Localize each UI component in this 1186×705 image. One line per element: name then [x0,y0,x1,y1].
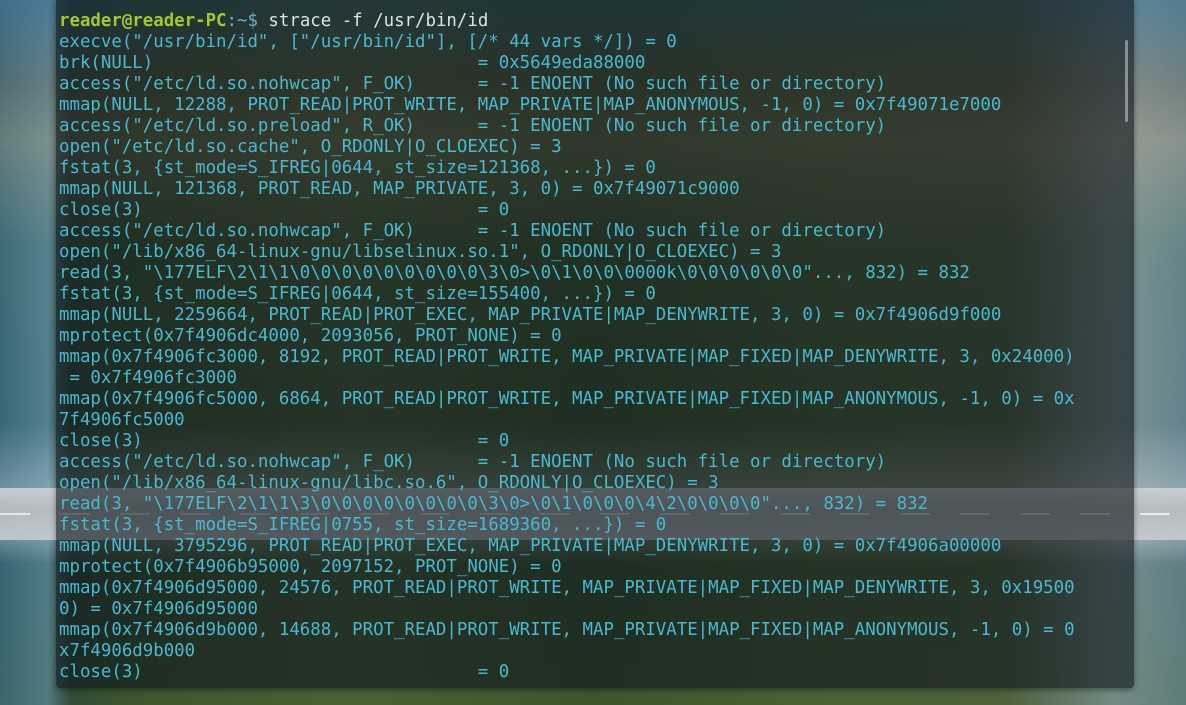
output-line: close(3) = 0 [59,662,510,682]
prompt-user-host: reader@reader-PC [59,11,227,31]
output-line: mmap(0x7f4906fc3000, 8192, PROT_READ|PRO… [59,347,1075,367]
output-line: 0) = 0x7f4906d95000 [59,599,258,619]
output-line: mprotect(0x7f4906b95000, 2097152, PROT_N… [59,557,562,577]
output-line: fstat(3, {st_mode=S_IFREG|0644, st_size=… [59,158,656,178]
output-line: read(3, "\177ELF\2\1\1\3\0\0\0\0\0\0\0\0… [59,494,929,514]
output-line: mmap(0x7f4906fc5000, 6864, PROT_READ|PRO… [59,389,1075,409]
output-line: mmap(NULL, 3795296, PROT_READ|PROT_EXEC,… [59,536,1002,556]
prompt-line: reader@reader-PC:~$ strace -f /usr/bin/i… [59,11,1075,32]
output-line: fstat(3, {st_mode=S_IFREG|0755, st_size=… [59,515,667,535]
output-line: open("/etc/ld.so.cache", O_RDONLY|O_CLOE… [59,137,562,157]
output-line: open("/lib/x86_64-linux-gnu/libc.so.6", … [59,473,719,493]
terminal-scrollbar[interactable] [1125,40,1128,122]
output-line: execve("/usr/bin/id", ["/usr/bin/id"], [… [59,32,677,52]
terminal-output: reader@reader-PC:~$ strace -f /usr/bin/i… [59,11,1075,683]
output-line: access("/etc/ld.so.nohwcap", F_OK) = -1 … [59,74,887,94]
output-line: 7f4906fc5000 [59,410,185,430]
output-line: brk(NULL) = 0x5649eda88000 [59,53,646,73]
output-line: read(3, "\177ELF\2\1\1\0\0\0\0\0\0\0\0\0… [59,263,970,283]
prompt-command: strace -f /usr/bin/id [257,11,489,31]
output-line: open("/lib/x86_64-linux-gnu/libselinux.s… [59,242,782,262]
output-line: mmap(0x7f4906d95000, 24576, PROT_READ|PR… [59,578,1075,598]
output-line: mprotect(0x7f4906dc4000, 2093056, PROT_N… [59,326,562,346]
prompt-path: :~$ [226,11,258,31]
terminal-window[interactable]: reader@reader-PC:~$ strace -f /usr/bin/i… [56,0,1134,688]
output-line: x7f4906d9b000 [59,641,196,661]
output-line: close(3) = 0 [59,431,510,451]
output-line: mmap(NULL, 121368, PROT_READ, MAP_PRIVAT… [59,179,740,199]
output-line: access("/etc/ld.so.nohwcap", F_OK) = -1 … [59,221,887,241]
output-line: access("/etc/ld.so.preload", R_OK) = -1 … [59,116,887,136]
output-line: = 0x7f4906fc3000 [59,368,237,388]
output-line: close(3) = 0 [59,200,510,220]
output-line: mmap(0x7f4906d9b000, 14688, PROT_READ|PR… [59,620,1075,640]
output-line: mmap(NULL, 12288, PROT_READ|PROT_WRITE, … [59,95,1002,115]
output-line: fstat(3, {st_mode=S_IFREG|0644, st_size=… [59,284,656,304]
output-line: mmap(NULL, 2259664, PROT_READ|PROT_EXEC,… [59,305,1002,325]
output-line: access("/etc/ld.so.nohwcap", F_OK) = -1 … [59,452,887,472]
